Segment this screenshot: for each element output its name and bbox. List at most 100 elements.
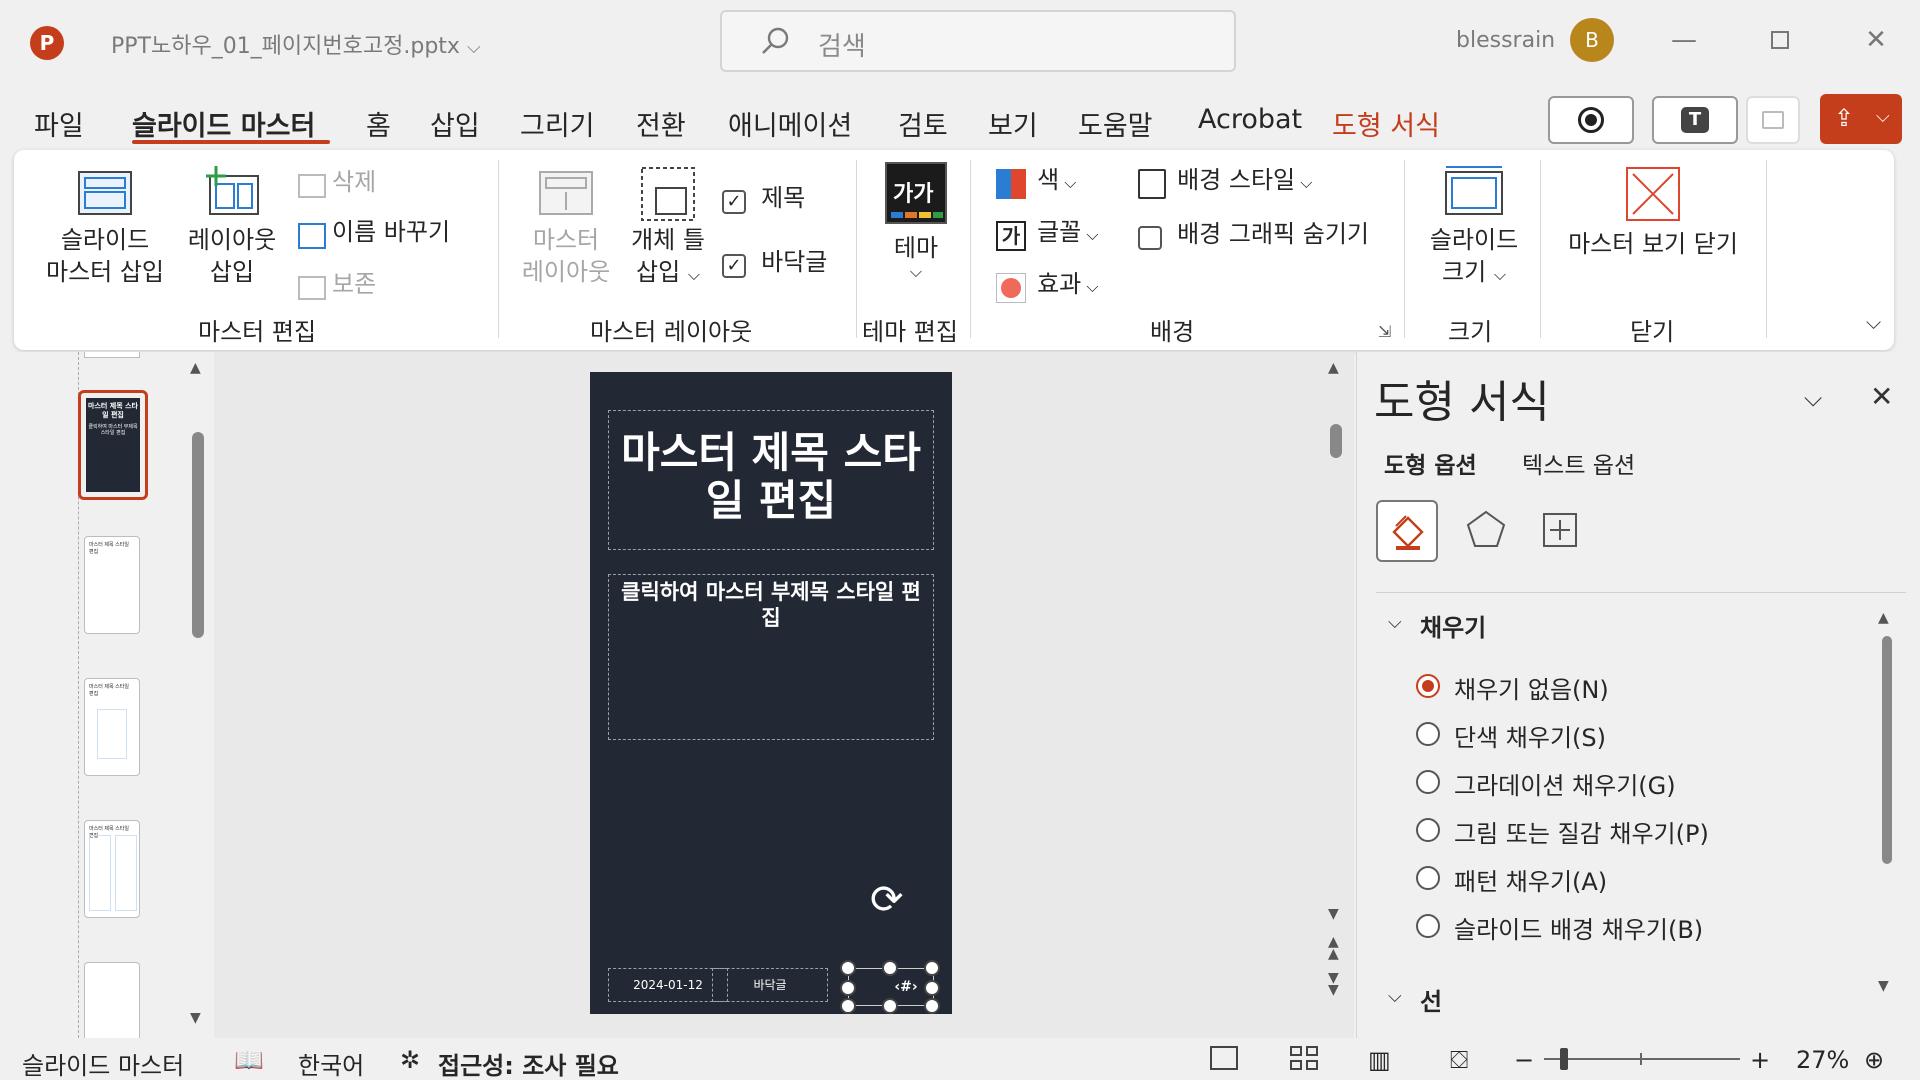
- format-pane-title: 도형 서식: [1374, 377, 1550, 428]
- insert-layout-button[interactable]: 레이아웃 삽입: [180, 164, 284, 288]
- zoom-slider-thumb[interactable]: [1560, 1048, 1568, 1070]
- fill-section-chevron-icon[interactable]: ⌵: [1388, 612, 1402, 633]
- zoom-out-icon[interactable]: −: [1514, 1046, 1534, 1074]
- preserve-button[interactable]: 보존: [298, 268, 376, 300]
- ribbon-expand-chevron-icon[interactable]: ⌵: [1866, 310, 1881, 334]
- scroll-down-arrow-icon[interactable]: ▼: [1878, 978, 1889, 994]
- title-checkbox[interactable]: ✓ 제목: [722, 182, 805, 214]
- avatar[interactable]: B: [1570, 18, 1614, 62]
- pane-options-chevron-icon[interactable]: ⌵: [1804, 384, 1822, 412]
- insert-slide-master-button[interactable]: 슬라이드 마스터 삽입: [40, 164, 170, 288]
- tab-shape-format[interactable]: 도형 서식: [1332, 104, 1440, 143]
- resize-handle[interactable]: [840, 998, 856, 1014]
- spelling-book-icon[interactable]: 📖: [234, 1046, 264, 1074]
- background-styles-button[interactable]: 배경 스타일 ⌵: [1138, 164, 1312, 199]
- zoom-level[interactable]: 27%: [1796, 1046, 1849, 1074]
- tab-text-options[interactable]: 텍스트 옵션: [1522, 446, 1635, 480]
- minimize-icon[interactable]: —: [1666, 22, 1702, 58]
- slide-master-canvas[interactable]: 마스터 제목 스타일 편집 클릭하여 마스터 부제목 스타일 편집 2024-0…: [590, 372, 952, 1014]
- close-pane-icon[interactable]: ✕: [1870, 380, 1893, 413]
- fit-to-window-icon[interactable]: ⊕: [1864, 1046, 1884, 1074]
- rotate-handle-icon[interactable]: ⟳: [870, 880, 904, 920]
- tab-insert[interactable]: 삽입: [430, 104, 480, 143]
- previous-slide-icon[interactable]: ▲ ▲: [1328, 935, 1339, 961]
- comments-button[interactable]: [1746, 96, 1800, 144]
- rename-button[interactable]: 이름 바꾸기: [298, 216, 450, 249]
- file-title[interactable]: PPT노하우_01_페이지번호고정.pptx ⌵: [111, 28, 481, 60]
- resize-handle[interactable]: [882, 960, 898, 976]
- delete-button[interactable]: 삭제: [298, 166, 376, 198]
- close-master-view-button[interactable]: 마스터 보기 닫기: [1560, 164, 1746, 260]
- footer-checkbox[interactable]: ✓ 바닥글: [722, 246, 827, 278]
- tab-acrobat[interactable]: Acrobat: [1198, 104, 1302, 135]
- tab-review[interactable]: 검토: [898, 104, 948, 143]
- slide-size-button[interactable]: 슬라이드 크기 ⌵: [1420, 164, 1528, 291]
- zoom-slider-track[interactable]: [1544, 1058, 1740, 1060]
- fill-section-header[interactable]: 채우기: [1420, 608, 1486, 643]
- resize-handle[interactable]: [924, 980, 940, 996]
- scroll-up-arrow-icon[interactable]: ▲: [1878, 610, 1889, 626]
- close-window-icon[interactable]: ✕: [1858, 22, 1894, 58]
- hide-background-graphics-checkbox[interactable]: 배경 그래픽 숨기기: [1138, 218, 1369, 250]
- delete-icon: [298, 173, 326, 198]
- fill-line-tab[interactable]: [1376, 500, 1438, 562]
- thumbnail-scrollbar-thumb[interactable]: [192, 432, 204, 638]
- record-button[interactable]: [1548, 96, 1634, 144]
- colors-button[interactable]: 색 ⌵: [996, 164, 1076, 199]
- status-language[interactable]: 한국어: [298, 1046, 364, 1080]
- resize-handle[interactable]: [924, 998, 940, 1014]
- resize-handle[interactable]: [882, 998, 898, 1014]
- insert-placeholder-button[interactable]: 개체 틀 삽입 ⌵: [624, 164, 712, 291]
- resize-handle[interactable]: [924, 960, 940, 976]
- pane-scrollbar-thumb[interactable]: [1882, 636, 1892, 864]
- thumbnail-layout-4[interactable]: [84, 962, 140, 1038]
- thumbnail-prev-partial[interactable]: [84, 352, 140, 358]
- fonts-button[interactable]: 가 글꼴 ⌵: [996, 216, 1099, 251]
- scroll-up-arrow-icon[interactable]: ▲: [1328, 360, 1339, 376]
- footer-placeholder[interactable]: 바닥글: [712, 968, 828, 1002]
- tab-slide-master[interactable]: 슬라이드 마스터: [132, 104, 315, 143]
- next-slide-icon[interactable]: ▼ ▼: [1328, 971, 1339, 997]
- effects-tab[interactable]: [1464, 508, 1508, 556]
- date-placeholder-text: 2024-01-12: [633, 978, 703, 992]
- canvas-scrollbar-thumb[interactable]: [1330, 424, 1342, 458]
- reading-view-icon[interactable]: ▥: [1368, 1046, 1391, 1074]
- tab-view[interactable]: 보기: [988, 104, 1038, 143]
- slide-sorter-icon[interactable]: [1290, 1046, 1318, 1070]
- share-button[interactable]: ⇪ ⌵: [1820, 94, 1902, 144]
- zoom-in-icon[interactable]: +: [1750, 1046, 1770, 1074]
- date-placeholder[interactable]: 2024-01-12: [608, 968, 728, 1002]
- master-layout-button[interactable]: 마스터 레이아웃: [516, 164, 616, 288]
- tab-draw[interactable]: 그리기: [520, 104, 595, 143]
- line-section-header[interactable]: 선: [1420, 982, 1442, 1017]
- effects-button[interactable]: 효과 ⌵: [996, 268, 1099, 303]
- tab-shape-options[interactable]: 도형 옵션: [1384, 446, 1477, 480]
- thumbnail-layout-2[interactable]: 마스터 제목 스타일 편집: [84, 678, 140, 776]
- thumbnail-layout-3[interactable]: 마스터 제목 스타일 편집: [84, 820, 140, 918]
- teams-button[interactable]: T: [1652, 96, 1738, 144]
- thumbnail-layout-1[interactable]: 마스터 제목 스타일 편집: [84, 536, 140, 634]
- thumbnail-master-selected[interactable]: 마스터 제목 스타 일 편집 클릭하여 마스터 부제목 스타일 편집: [78, 390, 148, 500]
- tab-help[interactable]: 도움말: [1078, 104, 1153, 143]
- title-placeholder[interactable]: 마스터 제목 스타일 편집: [608, 410, 934, 550]
- status-accessibility[interactable]: 접근성: 조사 필요: [438, 1046, 619, 1080]
- resize-handle[interactable]: [840, 980, 856, 996]
- scroll-down-arrow-icon[interactable]: ▼: [190, 1010, 201, 1026]
- subtitle-placeholder[interactable]: 클릭하여 마스터 부제목 스타일 편집: [608, 574, 934, 740]
- themes-button[interactable]: 가가 테마 ⌵: [880, 162, 952, 280]
- dialog-launcher-icon[interactable]: ⇲: [1378, 322, 1391, 341]
- maximize-icon[interactable]: [1762, 22, 1798, 58]
- size-properties-tab[interactable]: [1538, 508, 1582, 556]
- resize-handle[interactable]: [840, 960, 856, 976]
- normal-view-icon[interactable]: [1210, 1046, 1238, 1070]
- line-section-chevron-icon[interactable]: ⌵: [1388, 986, 1402, 1007]
- tab-file[interactable]: 파일: [34, 104, 84, 143]
- scroll-down-arrow-icon[interactable]: ▼: [1328, 906, 1339, 922]
- tab-home[interactable]: 홈: [366, 104, 391, 143]
- tab-transitions[interactable]: 전환: [636, 104, 686, 143]
- search-box[interactable]: 검색: [720, 10, 1236, 72]
- accessibility-icon[interactable]: ✲: [400, 1046, 420, 1074]
- slideshow-icon[interactable]: ⛋: [1450, 1046, 1468, 1074]
- tab-animations[interactable]: 애니메이션: [728, 104, 852, 143]
- scroll-up-arrow-icon[interactable]: ▲: [190, 360, 201, 376]
